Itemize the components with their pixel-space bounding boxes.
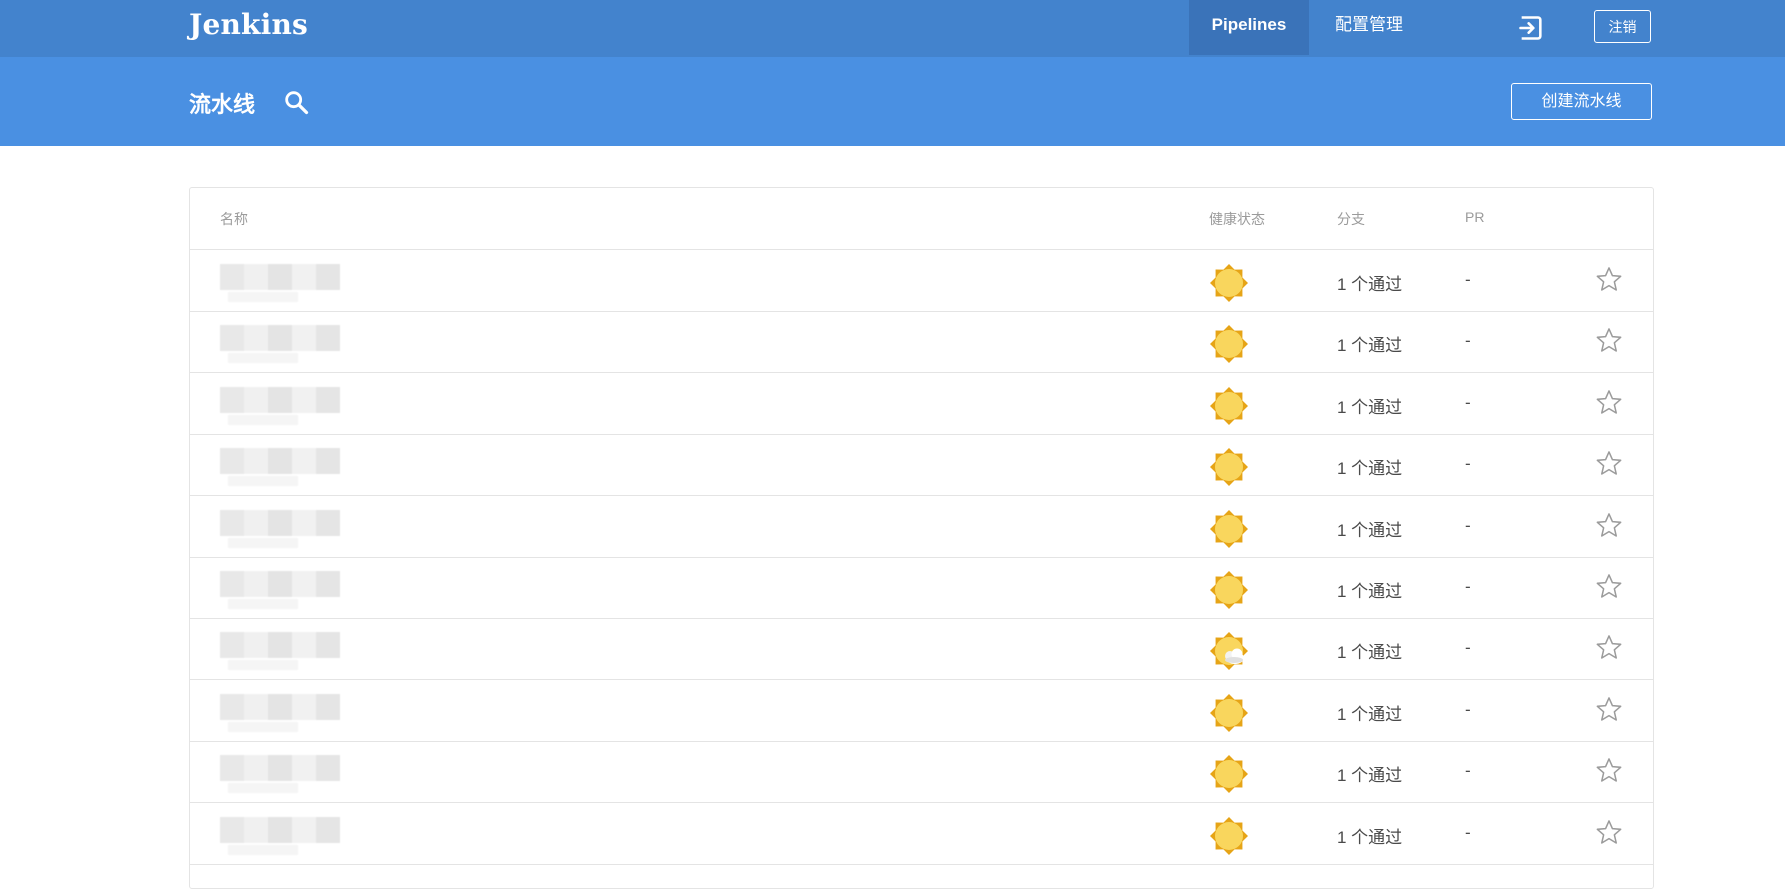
- pr-status: -: [1465, 822, 1471, 842]
- favorite-star-icon[interactable]: [1595, 511, 1623, 539]
- tab-pipelines[interactable]: Pipelines: [1189, 0, 1309, 55]
- pipeline-name-redacted[interactable]: [220, 386, 340, 425]
- favorite-star-icon[interactable]: [1595, 818, 1623, 846]
- table-row[interactable]: 1 个通过 -: [190, 680, 1653, 742]
- branch-status[interactable]: 1 个通过: [1337, 761, 1402, 786]
- branch-status[interactable]: 1 个通过: [1337, 393, 1402, 418]
- sunny-weather-icon: [1209, 386, 1249, 426]
- column-header-branch[interactable]: 分支: [1337, 209, 1365, 229]
- branch-status[interactable]: 1 个通过: [1337, 638, 1402, 663]
- branch-status[interactable]: 1 个通过: [1337, 454, 1402, 479]
- table-row[interactable]: 1 个通过 -: [190, 311, 1653, 374]
- pipelines-table: 名称 健康状态 分支 PR 1 个通过 -1 个通过 -1 个通过 -1 个通过 -1 …: [189, 187, 1654, 889]
- favorite-star-icon[interactable]: [1595, 572, 1623, 600]
- column-header-pr[interactable]: PR: [1465, 209, 1484, 225]
- tab-admin[interactable]: 配置管理: [1309, 0, 1429, 55]
- table-row[interactable]: 1 个通过 -: [190, 250, 1653, 312]
- branch-status[interactable]: 1 个通过: [1337, 823, 1402, 848]
- sunny-weather-icon: [1209, 509, 1249, 549]
- column-header-name[interactable]: 名称: [220, 209, 248, 229]
- table-row[interactable]: 1 个通过 -: [190, 496, 1653, 558]
- table-row[interactable]: 1 个通过 -: [190, 741, 1653, 804]
- pipeline-name-redacted[interactable]: [220, 816, 340, 855]
- pipeline-name-redacted[interactable]: [220, 693, 340, 732]
- pr-status: -: [1465, 270, 1471, 289]
- search-icon[interactable]: [282, 88, 310, 116]
- pr-status: -: [1465, 515, 1471, 535]
- exit-icon[interactable]: [1517, 14, 1545, 42]
- branch-status[interactable]: 1 个通过: [1337, 331, 1402, 356]
- pr-status: -: [1465, 577, 1471, 596]
- column-header-health[interactable]: 健康状态: [1209, 209, 1265, 229]
- sunny-weather-icon: [1209, 447, 1249, 487]
- sunny-weather-icon: [1209, 263, 1249, 303]
- favorite-star-icon[interactable]: [1595, 756, 1623, 784]
- partly-cloudy-weather-icon: [1209, 631, 1249, 671]
- pr-status: -: [1465, 392, 1471, 412]
- branch-status[interactable]: 1 个通过: [1337, 577, 1402, 602]
- pipeline-name-redacted[interactable]: [220, 632, 340, 671]
- sunny-weather-icon: [1209, 570, 1249, 610]
- branch-status[interactable]: 1 个通过: [1337, 516, 1402, 541]
- pr-status: -: [1465, 331, 1471, 351]
- favorite-star-icon[interactable]: [1595, 695, 1623, 723]
- top-nav-bar: Jenkins Pipelines 配置管理 注销: [0, 0, 1785, 57]
- table-row[interactable]: 1 个通过 -: [190, 557, 1653, 619]
- pipeline-name-redacted[interactable]: [220, 325, 340, 364]
- sunny-weather-icon: [1209, 693, 1249, 733]
- pr-status: -: [1465, 454, 1471, 474]
- logout-button[interactable]: 注销: [1594, 10, 1651, 43]
- sunny-weather-icon: [1209, 754, 1249, 794]
- create-pipeline-button[interactable]: 创建流水线: [1511, 83, 1652, 120]
- pipeline-name-redacted[interactable]: [220, 571, 340, 609]
- table-row[interactable]: 1 个通过 -: [190, 618, 1653, 681]
- pipeline-name-redacted[interactable]: [220, 755, 340, 794]
- table-row[interactable]: 1 个通过 -: [190, 434, 1653, 497]
- pr-status: -: [1465, 761, 1471, 781]
- pr-status: -: [1465, 638, 1471, 658]
- table-row[interactable]: 1 个通过 -: [190, 373, 1653, 435]
- table-header: 名称 健康状态 分支 PR: [190, 188, 1653, 250]
- branch-status[interactable]: 1 个通过: [1337, 700, 1402, 725]
- pr-status: -: [1465, 699, 1471, 719]
- page-header: 流水线 创建流水线: [0, 57, 1785, 146]
- favorite-star-icon[interactable]: [1595, 449, 1623, 477]
- pipeline-name-redacted[interactable]: [220, 509, 340, 548]
- branch-status[interactable]: 1 个通过: [1337, 270, 1402, 295]
- favorite-star-icon[interactable]: [1595, 265, 1623, 293]
- sunny-weather-icon: [1209, 324, 1249, 364]
- favorite-star-icon[interactable]: [1595, 388, 1623, 416]
- table-row[interactable]: 1 个通过 -: [190, 803, 1653, 865]
- favorite-star-icon[interactable]: [1595, 326, 1623, 354]
- jenkins-logo[interactable]: Jenkins: [189, 8, 308, 41]
- favorite-star-icon[interactable]: [1595, 633, 1623, 661]
- sunny-weather-icon: [1209, 816, 1249, 856]
- pipeline-name-redacted[interactable]: [220, 264, 340, 302]
- pipeline-name-redacted[interactable]: [220, 448, 340, 487]
- page-title: 流水线: [189, 92, 256, 117]
